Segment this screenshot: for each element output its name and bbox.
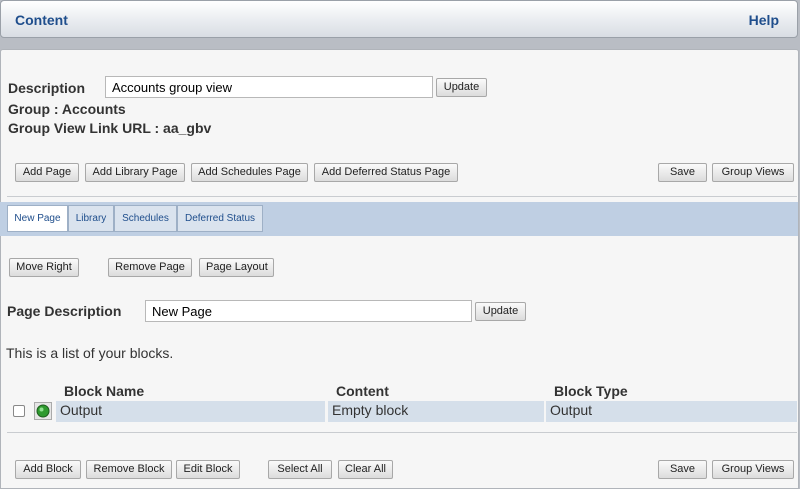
page-description-update-button[interactable]: Update [475,302,526,321]
tab-library[interactable]: Library [68,205,114,232]
description-update-button[interactable]: Update [436,78,487,97]
description-input[interactable] [105,76,433,98]
tab-new-page[interactable]: New Page [7,205,68,232]
column-header-block-type: Block Type [554,383,628,399]
remove-page-button[interactable]: Remove Page [108,258,192,277]
column-header-block-name: Block Name [64,383,145,399]
edit-block-button[interactable]: Edit Block [176,460,240,479]
remove-block-button[interactable]: Remove Block [86,460,172,479]
group-name: Group : Accounts [8,101,126,117]
add-deferred-status-page-button[interactable]: Add Deferred Status Page [314,163,458,182]
move-right-button[interactable]: Move Right [9,258,79,277]
add-schedules-page-button[interactable]: Add Schedules Page [191,163,308,182]
group-view-link-url: Group View Link URL : aa_gbv [8,120,212,136]
clear-all-button[interactable]: Clear All [338,460,393,479]
column-header-content: Content [336,383,389,399]
page-description-label: Page Description [7,303,122,319]
add-library-page-button[interactable]: Add Library Page [85,163,185,182]
description-label: Description [8,80,86,96]
add-page-button[interactable]: Add Page [15,163,79,182]
group-views-button-bottom[interactable]: Group Views [712,460,794,479]
table-row-block-type: Output [546,401,797,422]
tab-schedules[interactable]: Schedules [114,205,177,232]
select-all-button[interactable]: Select All [268,460,332,479]
table-row-block-name: Output [56,401,325,422]
header-bar: Content Help [0,0,798,38]
blocks-list-intro: This is a list of your blocks. [6,345,174,361]
page-layout-button[interactable]: Page Layout [199,258,274,277]
save-button-top[interactable]: Save [658,163,707,182]
header-title: Content [15,12,68,28]
table-row-content: Empty block [328,401,544,422]
tab-deferred-status[interactable]: Deferred Status [177,205,263,232]
group-views-button-top[interactable]: Group Views [712,163,794,182]
divider [7,196,797,197]
block-status-icon[interactable] [34,402,52,420]
help-link[interactable]: Help [749,12,779,28]
block-select-checkbox[interactable] [13,405,25,417]
save-button-bottom[interactable]: Save [658,460,707,479]
divider-bottom [7,432,797,433]
page-description-input[interactable] [145,300,472,322]
add-block-button[interactable]: Add Block [15,460,81,479]
